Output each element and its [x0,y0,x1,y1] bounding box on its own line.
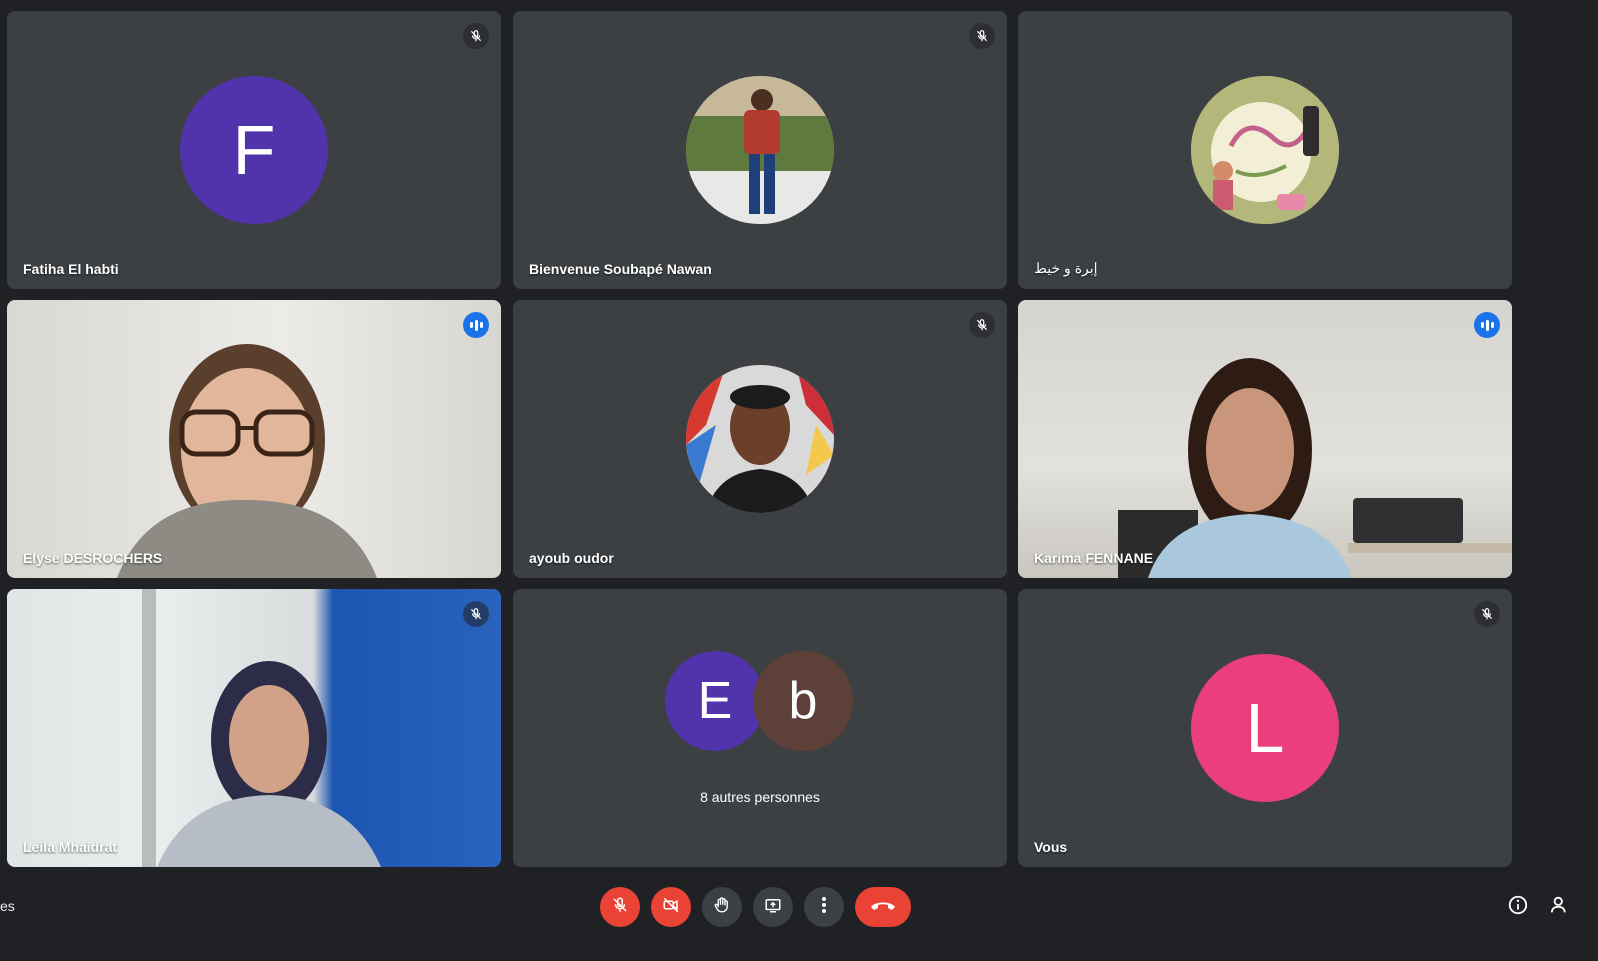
avatar-photo [686,365,834,513]
participant-name: ayoub oudor [529,550,614,566]
hang-up-icon [870,898,896,916]
speaking-indicator-icon [1474,312,1500,338]
participant-tile-ibra-wa-khayt[interactable]: إبرة و خيط [1018,11,1512,289]
meeting-name: es [0,898,15,914]
video-feed [7,300,501,578]
meet-window: F Fatiha El habti Bienvenue Soubapé Nawa… [0,0,1598,961]
others-count-label: 8 autres personnes [700,789,820,805]
mic-off-icon [463,23,489,49]
participant-name: Leila Mhaidrat [23,839,118,855]
others-avatar-group: E b [665,651,855,751]
camera-off-icon [661,896,681,919]
avatar-photo [686,76,834,224]
meeting-details-button[interactable] [1505,894,1531,920]
avatar: F [180,76,328,224]
participant-tile-karima[interactable]: Karima FENNANE [1018,300,1512,578]
participant-name: Karima FENNANE [1034,550,1154,566]
mic-off-icon [1474,601,1500,627]
video-feed [1018,300,1512,578]
participant-tile-fatiha[interactable]: F Fatiha El habti [7,11,501,289]
more-options-button[interactable] [804,887,844,927]
participant-name: Fatiha El habti [23,261,119,277]
avatar: E [665,651,765,751]
people-icon [1550,894,1572,921]
speaking-indicator-icon [463,312,489,338]
more-vert-icon [821,896,827,919]
others-tile[interactable]: E b 8 autres personnes [513,589,1007,867]
avatar: L [1191,654,1339,802]
mic-off-icon [969,312,995,338]
participant-name: Elyse DESROCHERS [23,550,163,566]
participant-tile-leila[interactable]: Leila Mhaidrat [7,589,501,867]
toggle-camera-button[interactable] [651,887,691,927]
participant-tile-bienvenue[interactable]: Bienvenue Soubapé Nawan [513,11,1007,289]
video-feed [7,589,501,867]
show-everyone-button[interactable] [1548,894,1574,920]
mic-off-icon [463,601,489,627]
participant-name: Bienvenue Soubapé Nawan [529,261,712,277]
avatar: b [753,651,853,751]
participant-name: Vous [1034,839,1068,855]
participant-tile-elyse[interactable]: Elyse DESROCHERS [7,300,501,578]
avatar-logo [1191,76,1339,224]
control-bar: es [0,878,1598,938]
participant-tile-self[interactable]: L Vous [1018,589,1512,867]
info-icon [1507,894,1529,921]
participant-name: إبرة و خيط [1034,260,1098,276]
present-screen-icon [763,896,783,919]
hand-icon [713,896,731,919]
mic-off-icon [969,23,995,49]
leave-call-button[interactable] [855,887,911,927]
present-screen-button[interactable] [753,887,793,927]
participant-tile-ayoub[interactable]: ayoub oudor [513,300,1007,578]
mic-off-icon [611,896,629,919]
toggle-mic-button[interactable] [600,887,640,927]
raise-hand-button[interactable] [702,887,742,927]
